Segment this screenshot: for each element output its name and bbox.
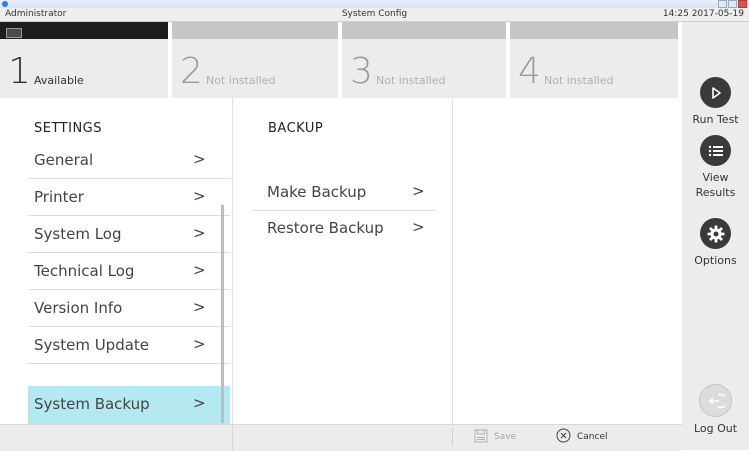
right-sidebar: Run Test View Results Options Log Out [682,22,749,450]
module-status: Available [34,74,84,87]
module-status-strip [342,22,506,39]
module-tab-4[interactable]: 4 Not installed [510,22,678,98]
list-icon [700,135,731,166]
module-status: Not installed [206,74,276,87]
save-button[interactable]: Save [474,428,516,446]
settings-scrollbar[interactable] [221,205,224,423]
log-out-label: Log Out [693,422,738,435]
module-tab-2[interactable]: 2 Not installed [172,22,338,98]
close-icon[interactable] [738,0,747,8]
play-icon [700,77,731,108]
chevron-right-icon: > [193,187,206,205]
date-time: 14:25 2017-05-19 [662,9,744,19]
options-button[interactable]: Options [682,218,749,268]
module-status: Not installed [544,74,614,87]
module-tab-3[interactable]: 3 Not installed [342,22,506,98]
bottom-divider [452,428,453,446]
cancel-label: Cancel [577,432,608,442]
settings-item-label: System Log [34,225,122,243]
settings-item-label: General [34,151,94,169]
run-test-button[interactable]: Run Test [682,77,749,127]
header-info-bar: Administrator System Config 14:25 2017-0… [0,8,749,22]
logout-icon [699,384,732,417]
backup-item-label: Restore Backup [267,219,384,237]
save-label: Save [494,432,517,442]
chevron-right-icon: > [412,182,425,200]
module-indicator-icon [6,28,22,38]
settings-item-printer[interactable]: Printer > [28,179,230,216]
settings-heading: SETTINGS [34,121,103,136]
save-icon [474,429,488,446]
chevron-right-icon: > [193,298,206,316]
backup-item-label: Make Backup [267,183,367,201]
settings-item-version-info[interactable]: Version Info > [28,290,230,327]
minimize-icon[interactable] [718,0,727,8]
column-divider [232,98,233,444]
column-divider [452,98,453,444]
module-status-strip [510,22,678,39]
window-controls [718,0,747,8]
module-number: 4 [518,51,541,92]
module-number: 3 [350,51,373,92]
module-status-strip [0,22,168,39]
backup-heading: BACKUP [268,121,324,136]
settings-item-label: System Backup [34,395,150,413]
run-test-label: Run Test [692,113,739,126]
settings-item-system-update[interactable]: System Update > [28,327,230,364]
backup-item-make-backup[interactable]: Make Backup > [252,174,436,211]
cancel-icon [556,428,571,446]
view-results-label: View Results [695,171,736,199]
window-title-bar [0,0,749,8]
settings-item-system-backup[interactable]: System Backup > [28,386,230,425]
chevron-right-icon: > [193,394,206,412]
settings-item-label: Printer [34,188,84,206]
options-label: Options [694,254,737,267]
gear-icon [700,218,731,249]
settings-item-system-log[interactable]: System Log > [28,216,230,253]
bottom-divider [232,424,233,450]
chevron-right-icon: > [412,218,425,236]
backup-item-restore-backup[interactable]: Restore Backup > [252,210,436,246]
app-icon [2,1,8,7]
settings-item-label: Version Info [34,299,123,317]
chevron-right-icon: > [193,261,206,279]
module-status-strip [172,22,338,39]
settings-item-technical-log[interactable]: Technical Log > [28,253,230,290]
settings-item-label: Technical Log [34,262,135,280]
module-number: 1 [8,51,31,92]
chevron-right-icon: > [193,224,206,242]
view-results-button[interactable]: View Results [682,135,749,200]
module-number: 2 [180,51,203,92]
log-out-button[interactable]: Log Out [682,384,749,436]
screen-title: System Config [341,9,408,19]
cancel-button[interactable]: Cancel [556,428,608,446]
maximize-icon[interactable] [728,0,737,8]
module-tab-1[interactable]: 1 Available [0,22,168,98]
chevron-right-icon: > [193,150,206,168]
settings-item-label: System Update [34,336,150,354]
module-status: Not installed [376,74,446,87]
settings-item-general[interactable]: General > [28,142,230,179]
chevron-right-icon: > [193,335,206,353]
